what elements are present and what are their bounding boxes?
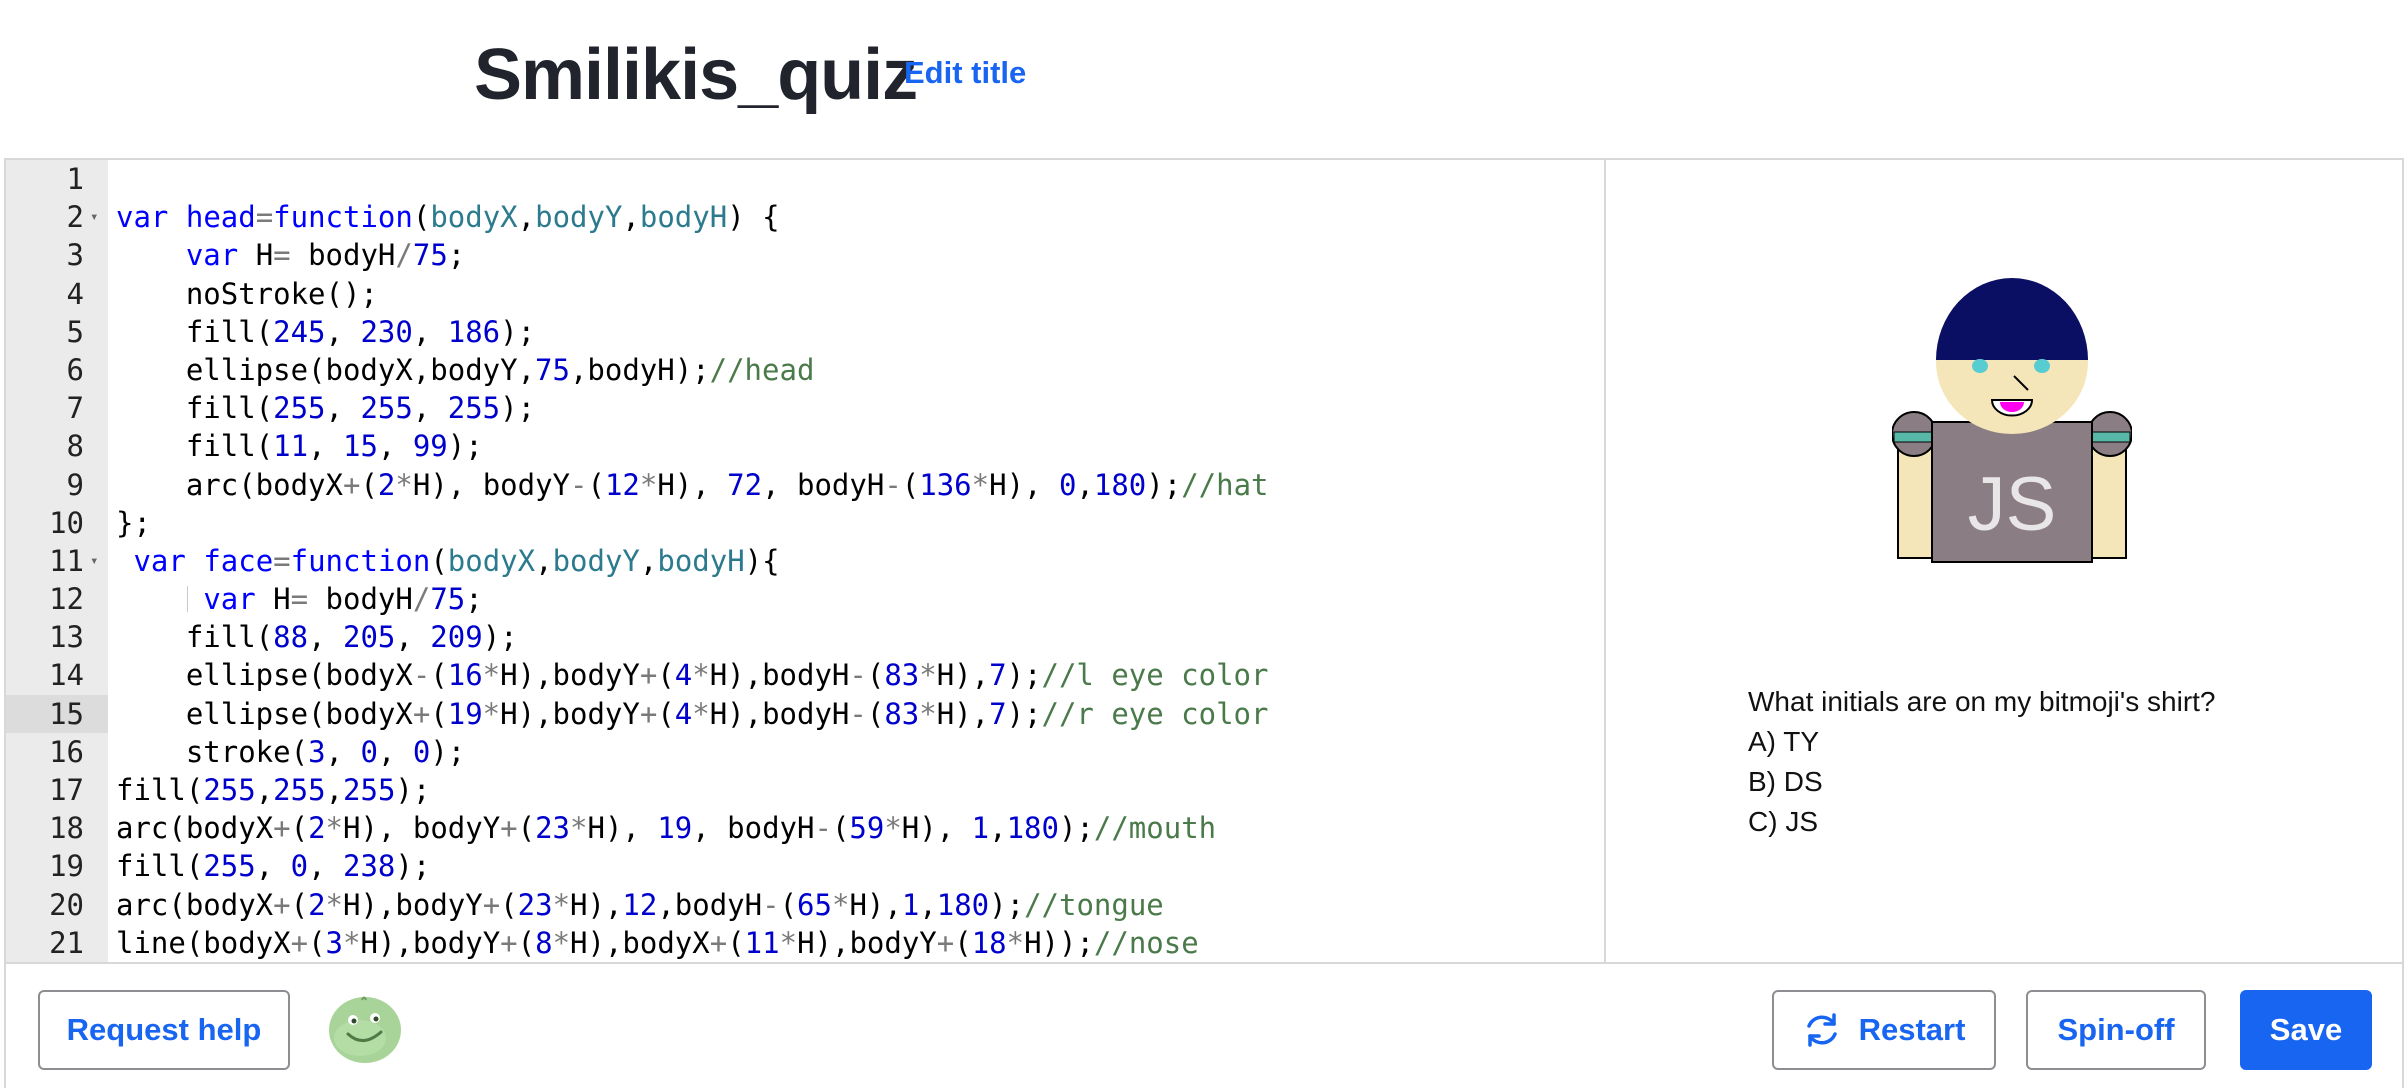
line-number: 3 (66, 238, 84, 273)
code-text: var face=function(bodyX,bodyY,bodyH){ (133, 543, 780, 578)
code-text: fill(255, 0, 238); (116, 849, 431, 884)
right-eye (2034, 359, 2050, 373)
code-text: }; (116, 505, 151, 540)
restart-label: Restart (1858, 1012, 1966, 1047)
code-line[interactable]: 4 noStroke(); (6, 275, 1604, 313)
line-number: 21 (49, 925, 84, 960)
edit-title-link[interactable]: Edit title (904, 55, 1026, 91)
code-text: arc(bodyX+(2*H), bodyY-(12*H), 72, bodyH… (116, 467, 1269, 502)
program-output-canvas[interactable]: JS What initials are on my bitmoji's shi… (1606, 160, 2402, 962)
line-number: 2 (66, 200, 84, 235)
request-help-button[interactable]: Request help (38, 990, 290, 1070)
editor-footer: Request help Restart Spin-off Save (6, 962, 2402, 1088)
code-text: fill(11, 15, 99); (116, 429, 483, 464)
code-line[interactable]: 10}; (6, 504, 1604, 542)
save-button[interactable]: Save (2240, 990, 2372, 1070)
code-line[interactable]: 21 line(bodyX+(3*H),bodyY+(8*H),bodyX+(11… (6, 924, 1604, 962)
code-text: fill(255,255,255); (116, 773, 431, 807)
code-line[interactable]: 7 fill(255, 255, 255); (6, 389, 1604, 427)
code-text: ellipse(bodyX+(19*H),bodyY+(4*H),bodyH-(… (116, 696, 1269, 731)
line-number: 11 (49, 543, 84, 578)
green-blob-avatar-icon[interactable] (326, 990, 404, 1066)
code-text: ellipse(bodyX,bodyY,75,bodyH);//head (116, 352, 815, 387)
line-number: 15 (6, 694, 108, 733)
code-line[interactable]: 17 fill(255,255,255); (6, 771, 1604, 809)
code-lines: 1 2 ▾ var head=function(bodyX,bodyY,bodyH) … (6, 160, 1604, 962)
code-editor[interactable]: 1 2 ▾ var head=function(bodyX,bodyY,bodyH) … (6, 160, 1606, 962)
quiz-option-a: A) TY (1748, 726, 1820, 757)
restart-button[interactable]: Restart (1772, 990, 1996, 1070)
code-line[interactable]: 9 arc(bodyX+(2*H), bodyY-(12*H), 72, bod… (6, 466, 1604, 504)
line-number: 18 (49, 811, 84, 846)
code-line[interactable]: 2 ▾ var head=function(bodyX,bodyY,bodyH) { (6, 198, 1604, 236)
line-number: 13 (49, 620, 84, 655)
line-number: 4 (66, 276, 84, 311)
line-number: 7 (66, 391, 84, 426)
shirt-initials: JS (1968, 462, 2057, 547)
line-number: 10 (49, 505, 84, 540)
page-title: Smilikis_quiz (474, 35, 918, 115)
code-line[interactable]: 15 ellipse(bodyX+(19*H),bodyY+(4*H),body… (6, 694, 1604, 733)
line-number: 6 (66, 352, 84, 387)
fold-toggle-icon[interactable]: ▾ (90, 198, 98, 236)
line-number: 16 (49, 734, 84, 769)
code-text: noStroke(); (116, 276, 378, 311)
code-text: var head=function(bodyX,bodyY,bodyH) { (116, 200, 780, 235)
line-number: 1 (66, 162, 84, 196)
line-number: 19 (49, 849, 84, 884)
line-number: 8 (66, 429, 84, 464)
bitmoji-drawing: JS (1892, 278, 2132, 563)
code-line[interactable]: 1 (6, 160, 1604, 198)
code-line[interactable]: 5 fill(245, 230, 186); (6, 313, 1604, 351)
fold-toggle-icon[interactable]: ▾ (90, 542, 98, 580)
code-text: var H= bodyH/75; (185, 238, 466, 273)
code-line[interactable]: 13 fill(88, 205, 209); (6, 618, 1604, 656)
quiz-option-c: C) JS (1748, 806, 1818, 837)
spin-off-button[interactable]: Spin-off (2026, 990, 2206, 1070)
line-number: 20 (49, 887, 84, 922)
line-number: 17 (49, 773, 84, 807)
line-number: 12 (49, 582, 84, 617)
code-text: var H= bodyH/75; (203, 582, 483, 617)
code-line[interactable]: 6 ellipse(bodyX,bodyY,75,bodyH);//head (6, 351, 1604, 389)
code-line[interactable]: 20 arc(bodyX+(2*H),bodyY+(23*H),12,bodyH-… (6, 886, 1604, 924)
quiz-text: What initials are on my bitmoji's shirt?… (1748, 682, 2216, 842)
quiz-question: What initials are on my bitmoji's shirt? (1748, 686, 2216, 717)
quiz-option-b: B) DS (1748, 766, 1823, 797)
left-cuff (1893, 431, 1935, 443)
line-number: 14 (49, 658, 84, 693)
code-line[interactable]: 14 ellipse(bodyX-(16*H),bodyY+(4*H),body… (6, 656, 1604, 694)
code-line[interactable]: 18 arc(bodyX+(2*H), bodyY+(23*H), 19, bod… (6, 809, 1604, 847)
editor-frame: 1 2 ▾ var head=function(bodyX,bodyY,bodyH) … (4, 158, 2404, 1088)
code-text: ellipse(bodyX-(16*H),bodyY+(4*H),bodyH-(… (116, 658, 1269, 693)
code-line[interactable]: 19 fill(255, 0, 238); (6, 847, 1604, 885)
code-text: fill(245, 230, 186); (116, 314, 536, 349)
code-text: line(bodyX+(3*H),bodyY+(8*H),bodyX+(11*H… (116, 925, 1199, 960)
line-number: 9 (66, 467, 84, 502)
line-number: 5 (66, 314, 84, 349)
code-line[interactable]: 16 stroke(3, 0, 0); (6, 733, 1604, 771)
code-text: stroke(3, 0, 0); (116, 734, 466, 769)
code-text: arc(bodyX+(2*H), bodyY+(23*H), 19, bodyH… (116, 811, 1217, 846)
code-line[interactable]: 12 var H= bodyH/75; (6, 580, 1604, 618)
code-text: fill(255, 255, 255); (116, 391, 536, 426)
code-line[interactable]: 8 fill(11, 15, 99); (6, 427, 1604, 465)
refresh-icon (1806, 1013, 1837, 1047)
left-eye (1972, 359, 1988, 373)
right-cuff (2089, 431, 2131, 443)
code-text: arc(bodyX+(2*H),bodyY+(23*H),12,bodyH-(6… (116, 887, 1164, 922)
hat (1936, 278, 2088, 360)
code-line[interactable]: 3 var H= bodyH/75; (6, 236, 1604, 274)
code-line[interactable]: 11 ▾ var face=function(bodyX,bodyY,bodyH)… (6, 542, 1604, 580)
code-text: fill(88, 205, 209); (116, 620, 518, 655)
